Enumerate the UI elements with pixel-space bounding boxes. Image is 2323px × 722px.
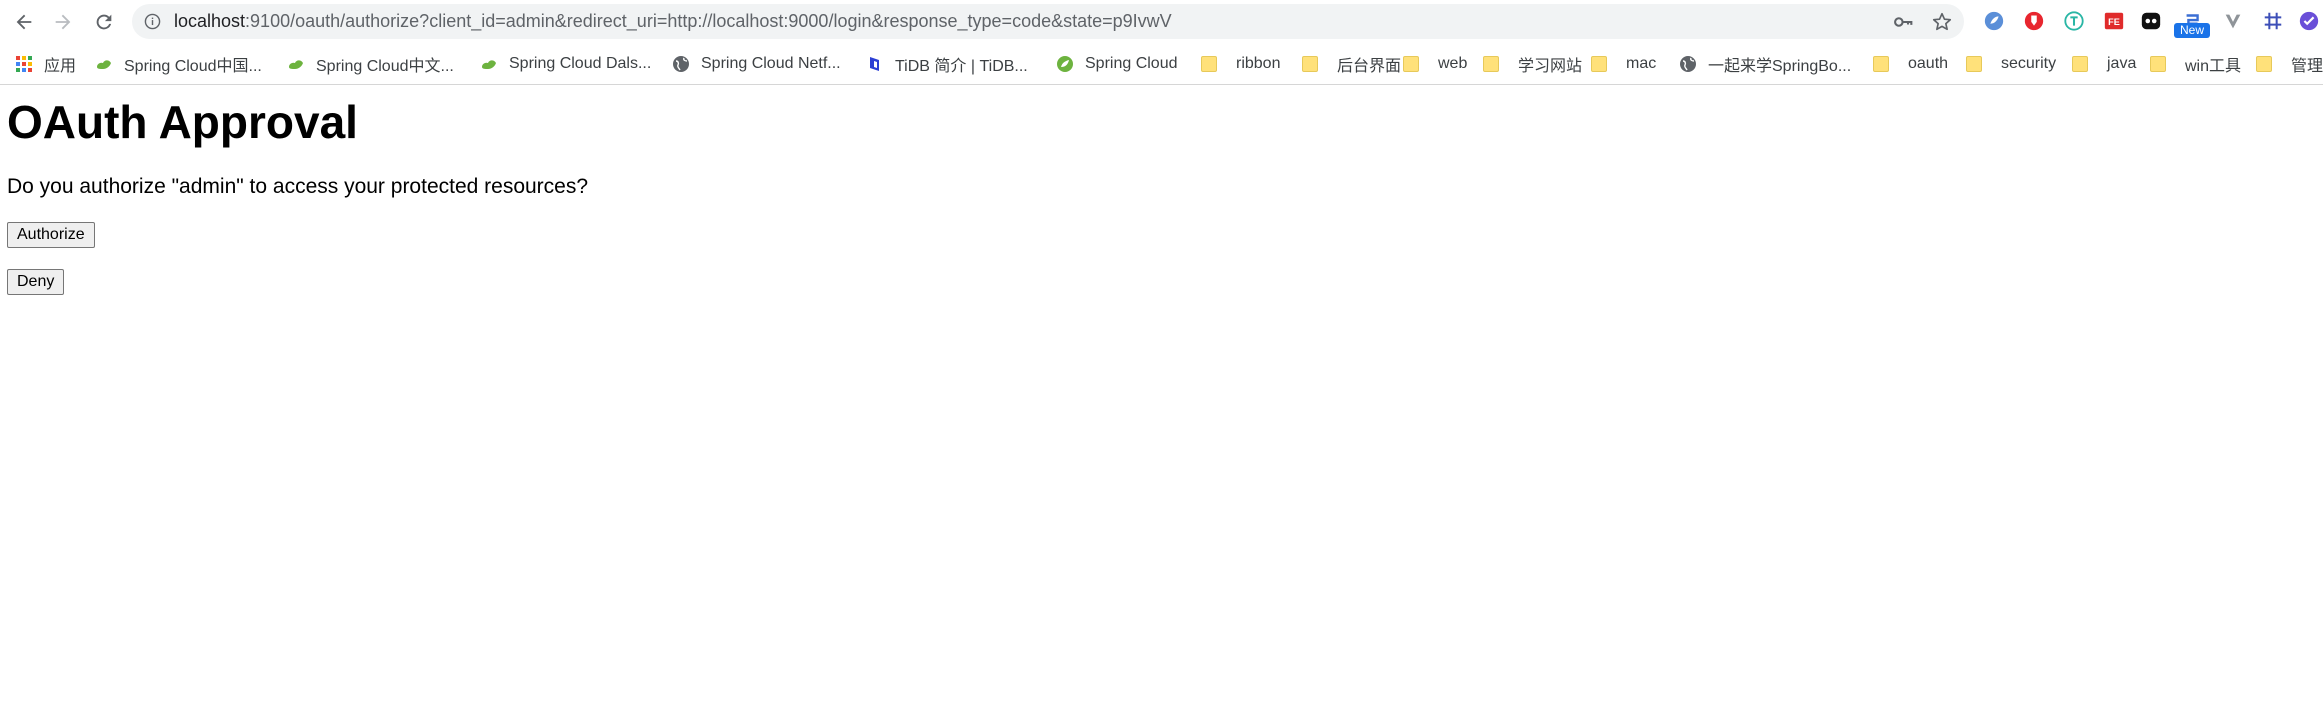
- back-arrow-icon: [16, 14, 32, 30]
- bookmark-folder-ribbon[interactable]: ribbon: [1201, 43, 1280, 84]
- bookmark-label: Spring Cloud中文...: [316, 57, 454, 75]
- bookmark-label: Spring Cloud中国...: [124, 57, 262, 75]
- bookmark-label: oauth: [1908, 54, 1949, 72]
- folder-icon: [1201, 55, 1217, 72]
- extension-new-badge: New: [2174, 23, 2210, 38]
- forward-arrow-icon: [55, 14, 71, 30]
- folder-icon: [1302, 55, 1318, 72]
- authorization-question: Do you authorize "admin" to access your …: [7, 175, 589, 198]
- bookmark-label: 管理: [2291, 57, 2323, 75]
- cloud-leaf-icon: [482, 59, 496, 69]
- bookmark-star-icon[interactable]: [1931, 11, 1953, 33]
- bookmark-spring-cloud-cn-1[interactable]: Spring Cloud中国...: [95, 43, 262, 84]
- bookmark-label: web: [1438, 54, 1468, 72]
- back-button[interactable]: [9, 7, 39, 37]
- page-title: OAuth Approval: [7, 96, 358, 148]
- bookmark-label: 一起来学SpringBo...: [1708, 57, 1852, 75]
- authorize-button[interactable]: Authorize: [7, 222, 95, 248]
- bookmark-label: Spring Cloud Netf...: [701, 54, 841, 72]
- cloud-leaf-icon: [97, 59, 111, 69]
- key-icon[interactable]: [1892, 12, 1914, 32]
- extension-3-icon[interactable]: [2063, 10, 2085, 32]
- bookmark-label: 学习网站: [1518, 57, 1583, 75]
- extension-2-icon[interactable]: [2023, 10, 2045, 32]
- cloud-leaf-icon: [289, 59, 303, 69]
- extension-1-icon[interactable]: [1983, 10, 2005, 32]
- bookmark-folder-mac[interactable]: mac: [1591, 43, 1656, 84]
- bookmark-folder-win-tools[interactable]: win工具: [2150, 43, 2241, 84]
- bookmark-spring-cloud-netf[interactable]: Spring Cloud Netf...: [672, 43, 841, 84]
- bookmark-folder-learning[interactable]: 学习网站: [1483, 43, 1582, 84]
- bookmark-folder-security[interactable]: security: [1966, 43, 2056, 84]
- bookmark-label: Spring Cloud: [1085, 54, 1178, 72]
- url-host: localhost: [174, 11, 246, 31]
- apps-icon: [16, 55, 32, 72]
- bookmark-folder-oauth[interactable]: oauth: [1873, 43, 1948, 84]
- spring-icon: [1057, 55, 1073, 72]
- browser-toolbar: localhost:9100/oauth/authorize?client_id…: [0, 0, 2323, 43]
- globe-icon: [1680, 55, 1696, 72]
- bookmark-springboot[interactable]: 一起来学SpringBo...: [1679, 43, 1851, 84]
- folder-icon: [1966, 55, 1982, 72]
- reload-button[interactable]: [89, 7, 119, 37]
- address-bar[interactable]: localhost:9100/oauth/authorize?client_id…: [132, 4, 1964, 39]
- bookmark-label: 后台界面: [1337, 57, 1402, 75]
- folder-icon: [1403, 55, 1419, 72]
- bookmark-folder-java[interactable]: java: [2072, 43, 2136, 84]
- forward-button[interactable]: [48, 7, 78, 37]
- url-text[interactable]: localhost:9100/oauth/authorize?client_id…: [174, 4, 1172, 39]
- globe-icon: [673, 55, 689, 72]
- folder-icon: [2072, 55, 2088, 72]
- bookmark-tidb[interactable]: TiDB 简介 | TiDB...: [866, 43, 1028, 84]
- bookmark-folder-manage[interactable]: 管理: [2256, 43, 2323, 84]
- svg-text:FE: FE: [2108, 17, 2120, 27]
- bookmark-label: mac: [1626, 54, 1657, 72]
- bookmark-label: TiDB 简介 | TiDB...: [895, 57, 1028, 75]
- extension-grid-icon[interactable]: [2262, 10, 2284, 32]
- bookmark-label: ribbon: [1236, 54, 1281, 72]
- folder-icon: [2150, 55, 2166, 72]
- info-icon[interactable]: [144, 13, 161, 30]
- bookmark-label: 应用: [44, 57, 77, 75]
- bookmark-spring-cloud-dals[interactable]: Spring Cloud Dals...: [480, 43, 651, 84]
- extension-9-icon[interactable]: [2298, 10, 2320, 32]
- bookmark-label: win工具: [2185, 57, 2242, 75]
- bookmark-label: security: [2001, 54, 2057, 72]
- bookmark-label: java: [2107, 54, 2137, 72]
- folder-icon: [1591, 55, 1607, 72]
- url-path: :9100/oauth/authorize?client_id=admin&re…: [245, 11, 1172, 31]
- extension-5-icon[interactable]: [2140, 10, 2162, 32]
- deny-button[interactable]: Deny: [7, 269, 65, 295]
- bookmark-spring-cloud-cn-2[interactable]: Spring Cloud中文...: [287, 43, 454, 84]
- tidb-icon: [870, 56, 879, 71]
- bookmarks-bar: 应用 Spring Cloud中国... Spring Cloud中文... S…: [0, 43, 2323, 85]
- bookmark-folder-admin-ui[interactable]: 后台界面: [1302, 43, 1401, 84]
- extension-v-icon[interactable]: [2222, 10, 2244, 32]
- bookmark-apps[interactable]: 应用: [15, 43, 76, 84]
- folder-icon: [1873, 55, 1889, 72]
- bookmark-folder-web[interactable]: web: [1403, 43, 1467, 84]
- extension-fe-icon[interactable]: FE: [2103, 10, 2125, 32]
- folder-icon: [1483, 55, 1499, 72]
- bookmark-spring-cloud[interactable]: Spring Cloud: [1056, 43, 1178, 84]
- reload-icon: [96, 14, 112, 30]
- folder-icon: [2256, 55, 2272, 72]
- bookmark-label: Spring Cloud Dals...: [509, 54, 652, 72]
